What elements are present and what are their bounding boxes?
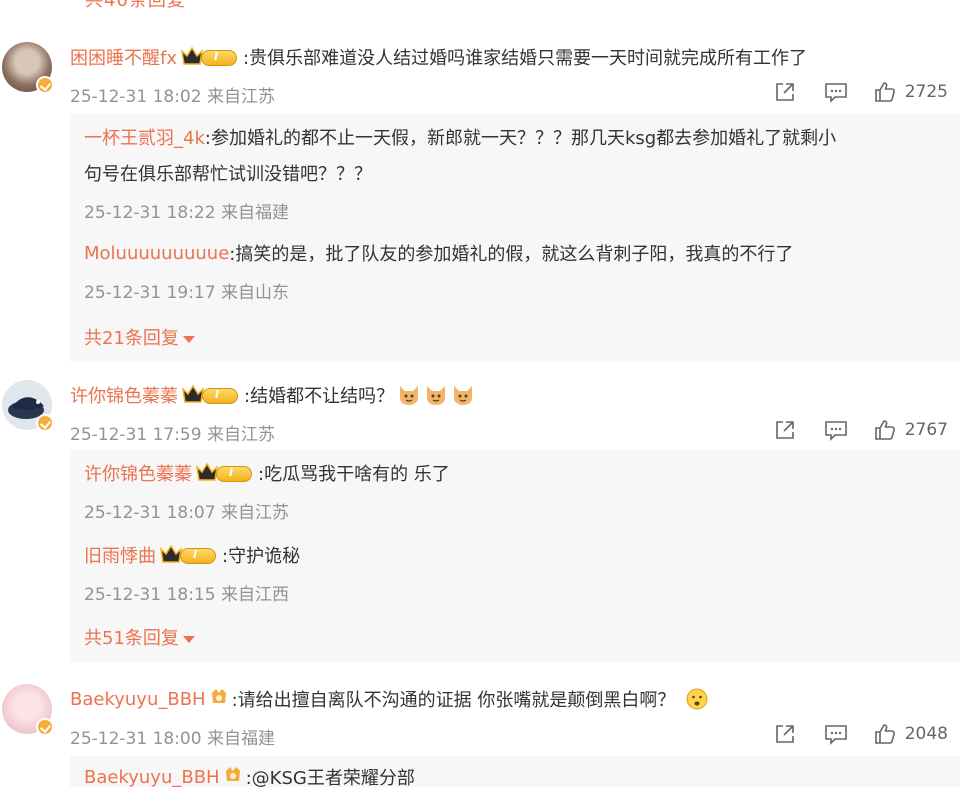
reply-meta: 25-12-31 18:22 来自福建 — [84, 203, 289, 223]
comment-text: :请给出擅自离队不沟通的证据 你张嘴就是颠倒黑白啊？ — [231, 690, 676, 711]
reply-meta: 25-12-31 18:15 来自江西 — [84, 585, 289, 605]
vip-crown-badge-icon: I — [181, 44, 239, 70]
reply-text: :吃瓜骂我干啥有的 乐了 — [258, 464, 450, 485]
reply-author[interactable]: Moluuuuuuuuue — [84, 243, 229, 264]
more-replies-label: 共21条回复 — [84, 328, 179, 349]
comment-author[interactable]: 许你锦色蓁蓁 — [70, 382, 178, 408]
comment-icon — [824, 725, 847, 745]
comment-meta: 25-12-31 18:00 来自福建 — [70, 729, 275, 749]
like-count: 2767 — [904, 420, 948, 440]
reply-meta: 25-12-31 19:17 来自山东 — [84, 283, 289, 303]
reply-list: 许你锦色蓁蓁 I :吃瓜骂我干啥有的 乐了 25-12-31 18:07 来自江… — [70, 450, 960, 662]
like-button[interactable]: 2725 — [873, 80, 948, 104]
more-replies-link[interactable]: 共21条回复 — [84, 324, 195, 350]
caret-down-icon — [182, 335, 195, 343]
doge-emoji-icon — [451, 384, 475, 406]
reply-text-continued: 句号在俱乐部帮忙试训没错吧？？？ — [84, 164, 372, 185]
comment-button[interactable] — [823, 418, 849, 442]
more-replies-label: 共51条回复 — [84, 628, 179, 649]
more-replies-label: 共40条回复 — [85, 0, 186, 11]
reply-author[interactable]: 旧雨悸曲 — [84, 542, 156, 568]
verified-badge-icon — [36, 76, 54, 94]
share-button[interactable] — [773, 80, 797, 104]
share-icon — [775, 725, 794, 743]
comment-text: :贵俱乐部难道没人结过婚吗谁家结婚只需要一天时间就完成所有工作了 — [243, 48, 808, 69]
reply-text: :守护诡秘 — [222, 546, 301, 567]
thumbs-up-icon — [874, 420, 895, 440]
more-replies-link[interactable]: 共40条回复 — [85, 0, 186, 12]
like-button[interactable]: 2767 — [873, 418, 948, 442]
comment-button[interactable] — [823, 80, 849, 104]
like-button[interactable]: 2048 — [873, 722, 948, 746]
comment-author[interactable]: 困困睡不醒fx — [70, 44, 177, 70]
thumbs-up-icon — [874, 82, 895, 102]
reply-text: :搞笑的是，批了队友的参加婚礼的假，就这么背刺子阳，我真的不行了 — [229, 244, 794, 265]
comment-button[interactable] — [823, 722, 849, 746]
fan-badge-icon — [222, 765, 244, 787]
share-button[interactable] — [773, 418, 797, 442]
doge-emoji-icon — [424, 384, 448, 406]
share-icon — [775, 421, 794, 439]
verified-badge-icon — [36, 414, 54, 432]
share-button[interactable] — [773, 722, 797, 746]
like-count: 2725 — [904, 82, 948, 102]
doge-emoji-icon — [397, 384, 421, 406]
reply-list: Baekyuyu_BBH :@KSG王者荣耀分部 — [70, 756, 960, 787]
fan-badge-icon — [208, 687, 230, 711]
share-icon — [775, 83, 794, 101]
vip-crown-badge-icon: I — [182, 382, 240, 408]
comment-icon — [824, 421, 847, 441]
reply-text: :参加婚礼的都不止一天假，新郎就一天？？？那几天ksg都去参加婚礼了就剩小 — [204, 128, 837, 149]
vip-crown-badge-icon: I — [196, 460, 254, 486]
more-replies-link[interactable]: 共51条回复 — [84, 624, 195, 650]
reply-meta: 25-12-31 18:07 来自江苏 — [84, 503, 289, 523]
like-count: 2048 — [904, 724, 948, 744]
comment-text: :结婚都不让结吗？ — [244, 386, 395, 407]
caret-down-icon — [182, 635, 195, 643]
comment-meta: 25-12-31 18:02 来自江苏 — [70, 87, 275, 107]
comment-meta: 25-12-31 17:59 来自江苏 — [70, 425, 275, 445]
reply-text: :@KSG王者荣耀分部 — [245, 768, 415, 787]
thumbs-up-icon — [874, 724, 895, 744]
vip-crown-badge-icon: I — [160, 542, 218, 568]
reply-author[interactable]: Baekyuyu_BBH — [84, 767, 220, 787]
thinking-emoji-icon — [685, 688, 709, 710]
reply-list: 一杯王贰羽_4k :参加婚礼的都不止一天假，新郎就一天？？？那几天ksg都去参加… — [70, 114, 960, 362]
comment-author[interactable]: Baekyuyu_BBH — [70, 689, 206, 710]
verified-badge-icon — [36, 718, 54, 736]
reply-author[interactable]: 许你锦色蓁蓁 — [84, 460, 192, 486]
comment-icon — [824, 83, 847, 103]
reply-author[interactable]: 一杯王贰羽_4k — [84, 124, 205, 150]
